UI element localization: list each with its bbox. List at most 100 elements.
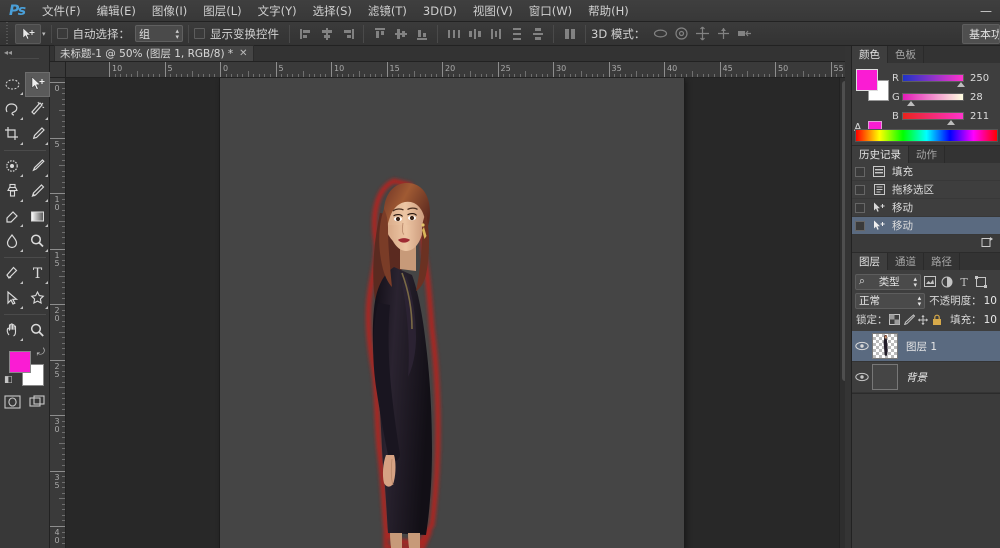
path-selection-tool[interactable] (0, 286, 25, 311)
align-bottom-edges-icon[interactable] (412, 24, 431, 43)
distribute-top-edges-icon[interactable] (507, 24, 526, 43)
tab-paths[interactable]: 路径 (924, 253, 960, 270)
screen-mode-button[interactable] (25, 391, 50, 413)
history-item-drag-selection[interactable]: 拖移选区 (852, 181, 1000, 199)
layer-filter-dropdown[interactable]: ⌕ 类型 ▴▾ (855, 274, 921, 290)
scale-3d-icon[interactable] (735, 24, 754, 43)
menu-edit[interactable]: 编辑(E) (89, 0, 144, 22)
tab-layers[interactable]: 图层 (852, 253, 888, 270)
blue-slider-knob[interactable] (947, 120, 955, 125)
tab-history[interactable]: 历史记录 (852, 146, 909, 163)
history-brush-tool[interactable] (25, 179, 50, 204)
menu-select[interactable]: 选择(S) (305, 0, 360, 22)
history-snapshot-box[interactable] (855, 221, 865, 231)
tool-preset-chevron-icon[interactable]: ▾ (42, 30, 46, 38)
tab-channels[interactable]: 通道 (888, 253, 924, 270)
pen-tool[interactable] (0, 261, 25, 286)
tab-color[interactable]: 颜色 (852, 46, 888, 63)
clone-stamp-tool[interactable] (0, 179, 25, 204)
dodge-tool[interactable] (25, 229, 50, 254)
swap-colors-icon[interactable]: ⤾ (37, 347, 45, 358)
marquee-tool[interactable] (0, 72, 25, 97)
options-bar-grip[interactable] (2, 22, 12, 46)
fill-value[interactable]: 10 (984, 314, 997, 326)
shape-tool[interactable] (25, 286, 50, 311)
red-slider-knob[interactable] (957, 82, 965, 87)
green-slider-knob[interactable] (907, 101, 915, 106)
history-snapshot-box[interactable] (855, 167, 865, 177)
layer-thumbnail[interactable] (872, 364, 898, 390)
toolbar-collapse-handle[interactable] (10, 58, 39, 68)
eyedropper-tool[interactable] (25, 122, 50, 147)
lock-transparency-icon[interactable] (888, 312, 902, 327)
move-tool-icon[interactable] (15, 24, 41, 44)
blue-channel-value[interactable]: 211 (964, 111, 994, 122)
color-panel-foreground-swatch[interactable] (856, 69, 878, 91)
roll-3d-icon[interactable] (672, 24, 691, 43)
menu-image[interactable]: 图像(I) (144, 0, 195, 22)
history-item-move-2[interactable]: 移动 (852, 217, 1000, 235)
align-horizontal-centers-icon[interactable] (317, 24, 336, 43)
distribute-left-edges-icon[interactable] (444, 24, 463, 43)
canvas-scroll-area[interactable] (66, 78, 850, 548)
lock-position-icon[interactable] (916, 312, 930, 327)
auto-align-layers-icon[interactable] (560, 24, 579, 43)
ruler-corner[interactable] (50, 62, 66, 78)
lasso-tool[interactable] (0, 97, 25, 122)
crop-tool[interactable] (0, 122, 25, 147)
lock-image-icon[interactable] (902, 312, 916, 327)
pixel-filter-icon[interactable] (921, 274, 938, 290)
show-transform-checkbox[interactable] (194, 28, 205, 39)
distribute-right-edges-icon[interactable] (486, 24, 505, 43)
rotate-3d-icon[interactable] (651, 24, 670, 43)
type-filter-icon[interactable]: T (955, 274, 972, 290)
menu-filter[interactable]: 滤镜(T) (360, 0, 415, 22)
history-snapshot-box[interactable] (855, 185, 865, 195)
green-channel-value[interactable]: 28 (964, 92, 994, 103)
layer-name[interactable]: 图层 1 (906, 339, 937, 354)
align-right-edges-icon[interactable] (338, 24, 357, 43)
lock-all-icon[interactable] (930, 312, 944, 327)
red-channel-value[interactable]: 250 (964, 73, 994, 84)
layer-item-background[interactable]: 背景 (852, 362, 1000, 393)
tab-swatches[interactable]: 色板 (888, 46, 924, 63)
menu-view[interactable]: 视图(V) (465, 0, 521, 22)
history-item-fill[interactable]: 填充 (852, 163, 1000, 181)
toolbar-grip[interactable]: ◂◂ (0, 46, 49, 58)
opacity-value[interactable]: 10 (984, 295, 997, 307)
history-item-move-1[interactable]: 移动 (852, 199, 1000, 217)
history-snapshot-box[interactable] (855, 203, 865, 213)
menu-help[interactable]: 帮助(H) (580, 0, 637, 22)
align-top-edges-icon[interactable] (370, 24, 389, 43)
layer-item-layer1[interactable]: 图层 1 (852, 331, 1000, 362)
layer-thumbnail[interactable] (872, 333, 898, 359)
zoom-tool[interactable] (25, 318, 50, 343)
blue-channel-slider[interactable] (902, 112, 964, 120)
align-left-edges-icon[interactable] (296, 24, 315, 43)
menu-3d[interactable]: 3D(D) (415, 0, 465, 22)
eye-icon[interactable] (852, 341, 872, 351)
menu-type[interactable]: 文字(Y) (250, 0, 305, 22)
shape-filter-icon[interactable] (972, 274, 989, 290)
color-spectrum-ramp[interactable] (855, 129, 998, 142)
minimize-button[interactable]: — (972, 0, 1000, 22)
type-tool[interactable]: T (25, 261, 50, 286)
align-vertical-centers-icon[interactable] (391, 24, 410, 43)
slide-3d-icon[interactable] (714, 24, 733, 43)
close-icon[interactable]: ✕ (239, 48, 247, 59)
red-channel-slider[interactable] (902, 74, 964, 82)
eye-icon[interactable] (852, 372, 872, 382)
horizontal-ruler[interactable]: 1050510152025303540455055 (66, 62, 850, 78)
vertical-ruler[interactable]: 0510152025303540 (50, 78, 66, 548)
new-snapshot-icon[interactable] (981, 236, 994, 251)
gradient-tool[interactable] (25, 204, 50, 229)
menu-file[interactable]: 文件(F) (34, 0, 89, 22)
menu-layer[interactable]: 图层(L) (195, 0, 249, 22)
layer-name[interactable]: 背景 (906, 370, 927, 385)
pan-3d-icon[interactable] (693, 24, 712, 43)
auto-select-dropdown[interactable]: 组 ▴▾ (135, 25, 183, 42)
foreground-color-swatch[interactable] (9, 351, 31, 373)
default-colors-icon[interactable]: ◧ (4, 375, 13, 385)
magic-wand-tool[interactable] (25, 97, 50, 122)
eraser-tool[interactable] (0, 204, 25, 229)
